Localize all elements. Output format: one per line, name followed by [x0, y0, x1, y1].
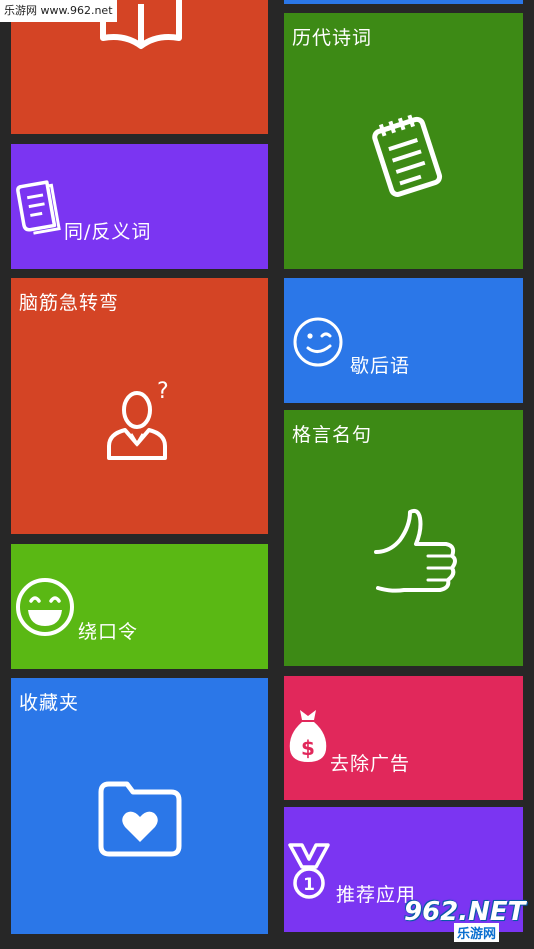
xiehouyu-tile-label: 歇后语 — [350, 355, 411, 377]
wink-face-icon — [293, 317, 343, 367]
riddles-tile[interactable]: 脑筋急转弯 ? — [11, 278, 268, 534]
heart-folder-icon — [98, 781, 182, 857]
poetry-tile-label: 历代诗词 — [292, 27, 373, 49]
svg-text:$: $ — [301, 736, 315, 760]
svg-text:1: 1 — [303, 875, 315, 895]
remove-ads-tile-label: 去除广告 — [330, 753, 411, 775]
medal-icon: 1 — [288, 843, 330, 899]
favorites-tile[interactable]: 收藏夹 — [11, 678, 268, 934]
top-partial-tile — [284, 0, 523, 4]
xiehouyu-tile[interactable]: 歇后语 — [284, 278, 523, 403]
svg-text:?: ? — [157, 379, 169, 404]
smile-face-icon — [16, 578, 74, 636]
money-bag-icon: $ — [289, 710, 327, 762]
thinking-person-icon: ? — [107, 379, 169, 460]
synonyms-tile[interactable]: 同/反义词 — [11, 144, 268, 269]
synonyms-tile-label: 同/反义词 — [64, 221, 152, 243]
remove-ads-tile[interactable]: $ 去除广告 — [284, 676, 523, 800]
watermark-logo-subtext: 乐游网 — [454, 923, 500, 942]
notepad-icon — [372, 114, 443, 197]
dictionary-icon — [16, 180, 61, 235]
watermark-site-text: 乐游网 www.962.net — [0, 0, 117, 22]
watermark-logo: 962.NET 乐游网 — [396, 893, 530, 945]
thumbs-up-icon — [374, 508, 457, 593]
riddles-tile-label: 脑筋急转弯 — [19, 292, 120, 314]
proverbs-tile[interactable]: 格言名句 — [284, 410, 523, 666]
proverbs-tile-label: 格言名句 — [292, 424, 373, 446]
poetry-tile[interactable]: 历代诗词 — [284, 13, 523, 269]
tongue-twister-tile[interactable]: 绕口令 — [11, 544, 268, 669]
favorites-tile-label: 收藏夹 — [19, 692, 80, 714]
tongue-twister-tile-label: 绕口令 — [78, 621, 139, 643]
